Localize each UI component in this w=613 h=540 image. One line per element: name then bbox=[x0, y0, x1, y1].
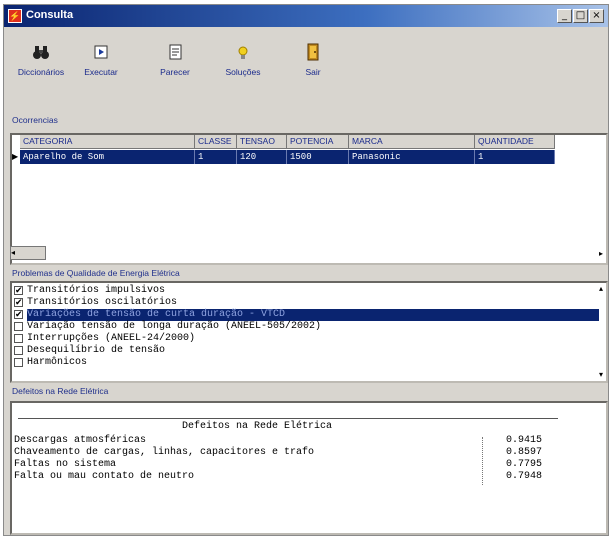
column-header-quantidade[interactable]: QUANTIDADE bbox=[475, 135, 555, 149]
column-header-potencia[interactable]: POTENCIA bbox=[287, 135, 349, 149]
report-row-value: 0.7948 bbox=[506, 471, 543, 482]
dicionarios-label: Diccionários bbox=[17, 67, 65, 77]
title-bar[interactable]: ⚡ Consulta _ □ × bbox=[4, 5, 608, 27]
executar-button[interactable]: Executar bbox=[80, 41, 122, 93]
report-icon bbox=[164, 41, 186, 63]
problem-label: Desequilíbrio de tensão bbox=[27, 345, 166, 356]
executar-label: Executar bbox=[84, 67, 118, 77]
report-row-label: Falta ou mau contato de neutro bbox=[14, 471, 195, 482]
problemas-label: Problemas de Qualidade de Energia Elétri… bbox=[12, 268, 180, 278]
problem-checkbox[interactable] bbox=[14, 334, 23, 343]
binoculars-icon bbox=[30, 41, 52, 63]
problem-checkbox[interactable] bbox=[14, 346, 23, 355]
grid-horizontal-scrollbar[interactable]: ◂ bbox=[10, 246, 46, 260]
problemas-checklist[interactable]: ✔ Transitórios impulsivos ✔ Transitórios… bbox=[10, 281, 608, 383]
app-icon: ⚡ bbox=[8, 9, 22, 23]
problem-label: Variações de tensão de curta duração - V… bbox=[27, 309, 599, 321]
problem-checkbox[interactable] bbox=[14, 358, 23, 367]
consulta-window: ⚡ Consulta _ □ × Diccionários Executar P… bbox=[3, 4, 609, 536]
report-row-label: Faltas no sistema bbox=[14, 459, 117, 470]
defeitos-report: Defeitos na Rede Elétrica Descargas atmo… bbox=[10, 401, 608, 535]
execute-icon bbox=[90, 41, 112, 63]
minimize-button[interactable]: _ bbox=[557, 9, 572, 23]
checklist-scroll-up-icon[interactable]: ▴ bbox=[596, 283, 606, 295]
problem-checkbox[interactable]: ✔ bbox=[14, 310, 23, 320]
row-indicator-icon: ▶ bbox=[12, 152, 19, 161]
ocorrencias-grid[interactable]: CATEGORIA CLASSE TENSAO POTENCIA MARCA Q… bbox=[10, 133, 608, 265]
column-header-categoria[interactable]: CATEGORIA bbox=[20, 135, 195, 149]
scroll-left-icon[interactable]: ◂ bbox=[11, 248, 15, 257]
lightbulb-icon bbox=[232, 41, 254, 63]
table-cell-tensao[interactable]: 120 bbox=[237, 150, 287, 164]
grid-scroll-right-icon[interactable]: ▸ bbox=[596, 248, 606, 260]
table-cell-potencia[interactable]: 1500 bbox=[287, 150, 349, 164]
problem-checkbox[interactable]: ✔ bbox=[14, 298, 23, 308]
report-row-value: 0.8597 bbox=[506, 447, 543, 458]
exit-door-icon bbox=[302, 41, 324, 63]
parecer-label: Parecer bbox=[160, 67, 190, 77]
problem-label: Transitórios oscilatórios bbox=[27, 297, 178, 308]
sair-button[interactable]: Sair bbox=[298, 41, 328, 93]
report-row-label: Descargas atmosféricas bbox=[14, 435, 147, 446]
checklist-scroll-down-icon[interactable]: ▾ bbox=[596, 369, 606, 381]
column-header-classe[interactable]: CLASSE bbox=[195, 135, 237, 149]
problem-checkbox[interactable]: ✔ bbox=[14, 286, 23, 296]
problem-label: Interrupções (ANEEL-24/2000) bbox=[27, 333, 196, 344]
toolbar: Diccionários Executar Parecer Soluções S… bbox=[4, 27, 608, 97]
dicionarios-button[interactable]: Diccionários bbox=[12, 41, 70, 93]
report-row-value: 0.9415 bbox=[506, 435, 543, 446]
problem-checkbox[interactable] bbox=[14, 322, 23, 331]
table-cell-quantidade[interactable]: 1 bbox=[475, 150, 555, 164]
problem-label: Variação tensão de longa duração (ANEEL-… bbox=[27, 321, 322, 332]
table-cell-marca[interactable]: Panasonic bbox=[349, 150, 475, 164]
solucoes-button[interactable]: Soluções bbox=[218, 41, 268, 93]
report-title: Defeitos na Rede Elétrica bbox=[182, 421, 333, 432]
problem-label: Harmônicos bbox=[27, 357, 88, 368]
problem-label: Transitórios impulsivos bbox=[27, 285, 166, 296]
column-header-tensao[interactable]: TENSAO bbox=[237, 135, 287, 149]
table-cell-categoria[interactable]: Aparelho de Som bbox=[20, 150, 195, 164]
solucoes-label: Soluções bbox=[225, 67, 261, 77]
report-row-label: Chaveamento de cargas, linhas, capacitor… bbox=[14, 447, 315, 458]
maximize-button[interactable]: □ bbox=[573, 9, 588, 23]
ocorrencias-label: Ocorrencias bbox=[12, 115, 58, 125]
report-separator bbox=[482, 437, 483, 485]
close-button[interactable]: × bbox=[589, 9, 604, 23]
column-header-marca[interactable]: MARCA bbox=[349, 135, 475, 149]
parecer-button[interactable]: Parecer bbox=[154, 41, 196, 93]
table-cell-classe[interactable]: 1 bbox=[195, 150, 237, 164]
report-row-value: 0.7795 bbox=[506, 459, 543, 470]
sair-label: Sair bbox=[305, 67, 321, 77]
report-rule bbox=[18, 418, 558, 419]
defeitos-label: Defeitos na Rede Elétrica bbox=[12, 386, 109, 396]
window-title: Consulta bbox=[26, 9, 74, 21]
